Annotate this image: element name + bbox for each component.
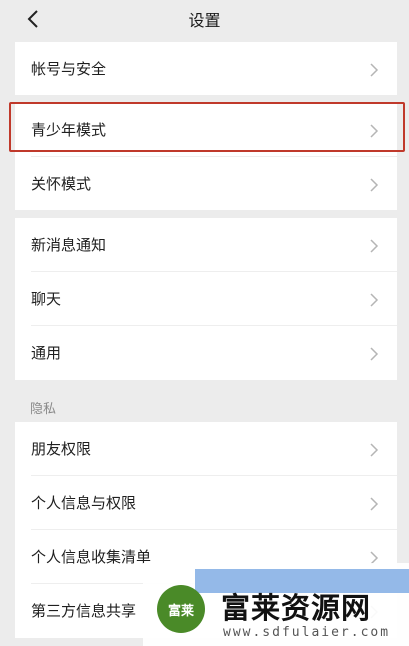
watermark-logo-icon: 富莱	[157, 585, 205, 633]
chevron-right-icon	[369, 62, 379, 77]
settings-item-label: 个人信息与权限	[31, 494, 137, 512]
chevron-right-icon	[369, 550, 379, 565]
settings-item-label: 新消息通知	[31, 236, 107, 254]
settings-item-notifications[interactable]: 新消息通知	[15, 218, 397, 271]
watermark: 富莱 富莱资源网 www.sdfulaier.com	[143, 563, 409, 646]
settings-item-label: 通用	[31, 344, 62, 362]
settings-item-label: 朋友权限	[31, 440, 92, 458]
watermark-logo-text: 富莱	[167, 603, 194, 619]
settings-item-label: 个人信息收集清单	[31, 548, 152, 566]
watermark-url: www.sdfulaier.com	[223, 625, 391, 640]
page-title: 设置	[188, 11, 221, 30]
chevron-right-icon	[369, 442, 379, 457]
settings-item-account-security[interactable]: 帐号与安全	[15, 42, 397, 95]
settings-item-personal-info-permissions[interactable]: 个人信息与权限	[15, 476, 397, 529]
settings-item-label: 聊天	[31, 290, 62, 308]
chevron-right-icon	[369, 238, 379, 253]
settings-item-label: 第三方信息共享	[31, 602, 137, 620]
settings-group-general: 新消息通知 聊天 通用	[15, 218, 397, 380]
highlight-box	[9, 102, 405, 152]
chevron-right-icon	[369, 292, 379, 307]
settings-item-label: 关怀模式	[31, 175, 92, 193]
section-title-privacy: 隐私	[30, 402, 57, 417]
settings-group-account: 帐号与安全	[15, 42, 397, 95]
settings-item-general[interactable]: 通用	[15, 326, 397, 379]
settings-item-friend-permissions[interactable]: 朋友权限	[15, 422, 397, 475]
back-icon[interactable]	[24, 6, 42, 32]
settings-item-label: 帐号与安全	[31, 60, 107, 78]
header-bar: 设置	[0, 0, 409, 38]
settings-item-care-mode[interactable]: 关怀模式	[15, 157, 397, 210]
watermark-title: 富莱资源网	[221, 591, 372, 625]
settings-screen: 设置 帐号与安全 青少年模式 关怀模式 新消息通知 聊天 通用 隐私 朋友权限 …	[0, 0, 409, 646]
chevron-right-icon	[369, 496, 379, 511]
settings-item-chat[interactable]: 聊天	[15, 272, 397, 325]
chevron-right-icon	[369, 346, 379, 361]
chevron-right-icon	[369, 177, 379, 192]
